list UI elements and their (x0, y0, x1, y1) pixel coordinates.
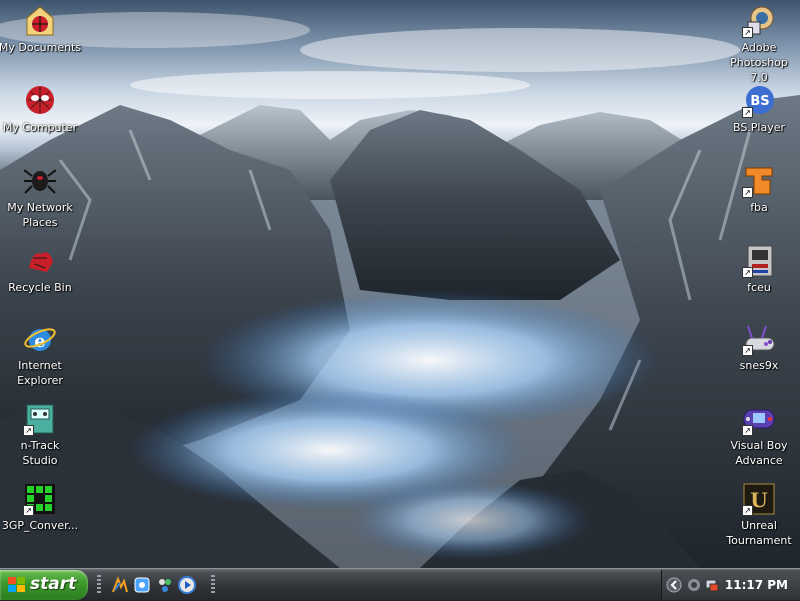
internet-explorer-icon: e (23, 322, 57, 356)
mountain-wallpaper (0, 12, 800, 568)
icon-label: Adobe Photoshop 7.0 (730, 41, 788, 84)
bsplayer-icon: BS ↗ (742, 84, 776, 118)
desktop-icon-visual-boy-advance[interactable]: ↗ Visual Boy Advance (716, 402, 800, 468)
desktop-icon-my-computer[interactable]: My Computer (0, 84, 83, 135)
desktop-icon-fba[interactable]: ↗ fba (716, 164, 800, 215)
desktop-icon-my-documents[interactable]: My Documents (0, 4, 83, 55)
3gp-converter-icon: ↗ (23, 482, 57, 516)
volume-icon[interactable] (686, 577, 702, 593)
desktop-icon-unreal-tournament[interactable]: U ↗ Unreal Tournament (716, 482, 800, 548)
system-tray: 11:17 PM (661, 570, 800, 600)
ntrack-studio-icon: ↗ (23, 402, 57, 436)
icon-label: Unreal Tournament (726, 519, 792, 547)
desktop-icon-3gp-converter[interactable]: ↗ 3GP_Conver... (0, 482, 83, 533)
desktop-icon-my-network-places[interactable]: My Network Places (0, 164, 83, 230)
icon-label: My Network Places (7, 201, 73, 229)
desktop-icon-fceu[interactable]: ↗ fceu (716, 244, 800, 295)
desktop-icon-photoshop[interactable]: ↗ Adobe Photoshop 7.0 (716, 4, 800, 85)
fceu-icon: ↗ (742, 244, 776, 278)
shortcut-arrow-icon: ↗ (742, 107, 753, 118)
icon-label: Internet Explorer (17, 359, 63, 387)
shortcut-arrow-icon: ↗ (742, 187, 753, 198)
icon-label: BS.Player (732, 121, 786, 134)
shortcut-arrow-icon: ↗ (23, 505, 34, 516)
icon-label: My Documents (0, 41, 82, 54)
desktop-icon-ntrack-studio[interactable]: ↗ n-Track Studio (0, 402, 83, 468)
media-player-icon[interactable] (178, 576, 196, 594)
desktop: My Documents My Computer My Network Plac… (0, 0, 800, 568)
photoshop-icon: ↗ (742, 4, 776, 38)
icon-label: n-Track Studio (20, 439, 60, 467)
icon-label: My Computer (2, 121, 78, 134)
clock[interactable]: 11:17 PM (725, 578, 788, 592)
shortcut-arrow-icon: ↗ (742, 345, 753, 356)
network-places-icon (23, 164, 57, 198)
fba-icon: ↗ (742, 164, 776, 198)
my-computer-icon (23, 84, 57, 118)
shortcut-arrow-icon: ↗ (742, 267, 753, 278)
shortcut-arrow-icon: ↗ (742, 27, 753, 38)
desktop-icon-bsplayer[interactable]: BS ↗ BS.Player (716, 84, 800, 135)
icon-label: snes9x (739, 359, 779, 372)
start-button[interactable]: start (0, 570, 88, 600)
icon-label: 3GP_Conver... (1, 519, 79, 532)
network-tray-icon[interactable] (704, 577, 720, 593)
unreal-tournament-icon: U ↗ (742, 482, 776, 516)
desktop-icon-internet-explorer[interactable]: e Internet Explorer (0, 322, 83, 388)
my-documents-icon (23, 4, 57, 38)
shortcut-arrow-icon: ↗ (23, 425, 34, 436)
chevron-left-icon[interactable] (666, 577, 682, 593)
media-icon[interactable] (133, 576, 151, 594)
icon-label: Recycle Bin (8, 281, 72, 294)
visualboy-icon: ↗ (742, 402, 776, 436)
windows-logo-icon (8, 577, 25, 592)
shortcut-arrow-icon: ↗ (742, 425, 753, 436)
taskbar: start 11:17 PM (0, 568, 800, 601)
start-label: start (30, 574, 77, 594)
icon-label: fceu (747, 281, 771, 294)
recycle-bin-icon (23, 244, 57, 278)
icon-label: Visual Boy Advance (730, 439, 788, 467)
winamp-icon[interactable] (111, 576, 129, 594)
taskbar-grip[interactable] (211, 575, 215, 595)
snes9x-icon: ↗ (742, 322, 776, 356)
desktop-icon-recycle-bin[interactable]: Recycle Bin (0, 244, 83, 295)
taskbar-grip[interactable] (97, 575, 101, 595)
messenger-icon[interactable] (156, 576, 174, 594)
svg-text:BS: BS (750, 94, 769, 109)
desktop-icon-snes9x[interactable]: ↗ snes9x (716, 322, 800, 373)
shortcut-arrow-icon: ↗ (742, 505, 753, 516)
icon-label: fba (750, 201, 768, 214)
